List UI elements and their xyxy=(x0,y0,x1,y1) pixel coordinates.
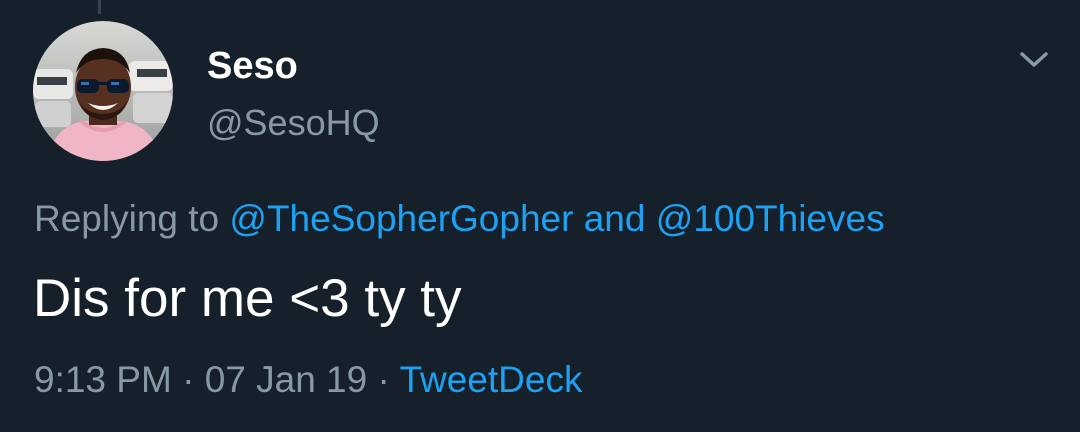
avatar-photo-icon xyxy=(33,21,173,161)
meta-separator: · xyxy=(182,359,195,400)
chevron-down-icon xyxy=(1020,52,1048,67)
tweet-source-link[interactable]: TweetDeck xyxy=(399,359,582,400)
replying-to-label: Replying to xyxy=(34,198,220,239)
tweet-metadata: 9:13 PM · 07 Jan 19 · TweetDeck xyxy=(34,357,582,403)
tweet-time[interactable]: 9:13 PM xyxy=(34,359,172,400)
meta-separator: · xyxy=(377,359,390,400)
author-handle[interactable]: @SesoHQ xyxy=(207,102,380,144)
replying-to-line: Replying to @TheSopherGopher and @100Thi… xyxy=(34,196,885,242)
tweet-date[interactable]: 07 Jan 19 xyxy=(205,359,368,400)
tweet-body-text: Dis for me <3 ty ty xyxy=(33,269,462,328)
mention-link-100thieves[interactable]: @100Thieves xyxy=(656,198,885,239)
author-display-name[interactable]: Seso xyxy=(207,44,298,88)
thread-connector-line xyxy=(98,0,101,14)
tweet-menu-button[interactable] xyxy=(1014,44,1054,76)
mention-conjunction[interactable]: and xyxy=(584,198,646,239)
mention-link-thesophergopher[interactable]: @TheSopherGopher xyxy=(229,198,573,239)
avatar[interactable] xyxy=(33,21,173,161)
